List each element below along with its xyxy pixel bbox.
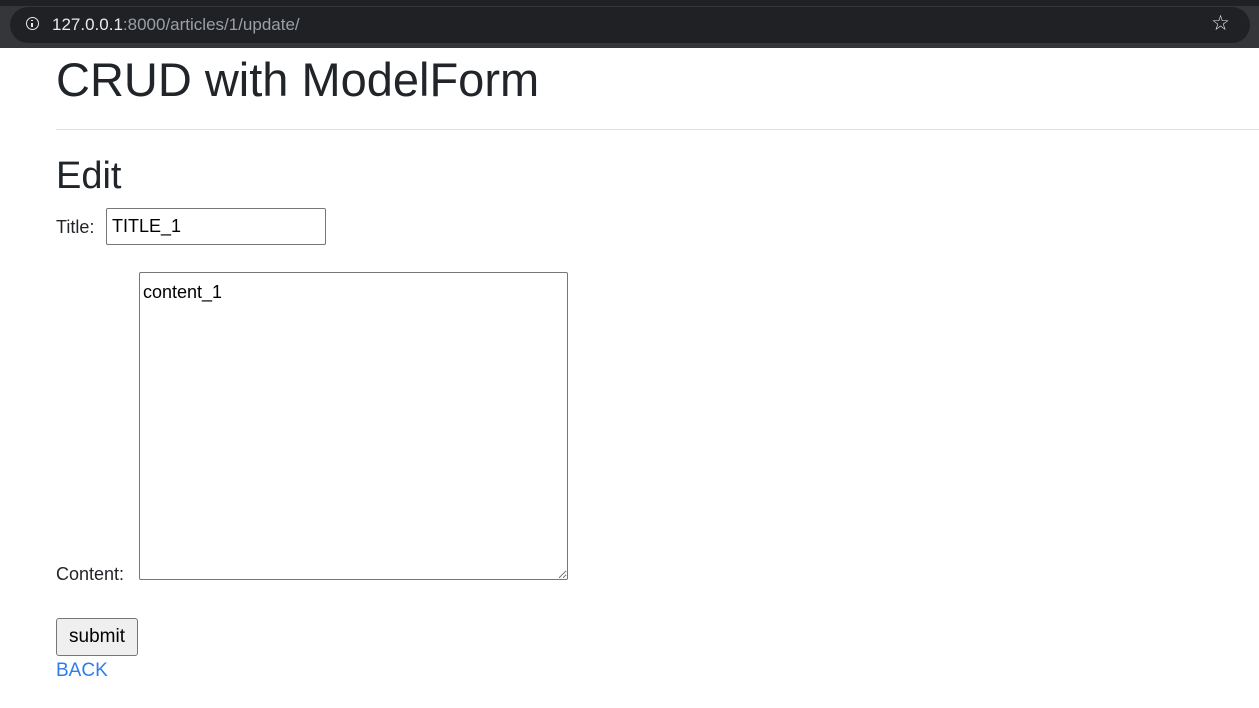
browser-toolbar: 127.0.0.1:8000/articles/1/update/ ☆	[0, 0, 1259, 48]
tab-strip	[0, 0, 1259, 6]
url-path: :8000/articles/1/update/	[122, 15, 300, 34]
title-input[interactable]	[106, 208, 326, 245]
header-divider	[56, 129, 1259, 130]
content-textarea[interactable]: content_1	[139, 272, 568, 580]
content-label: Content:	[56, 564, 125, 584]
star-icon[interactable]: ☆	[1211, 12, 1230, 36]
url-host: 127.0.0.1	[52, 15, 123, 34]
address-bar-url[interactable]: 127.0.0.1:8000/articles/1/update/	[52, 15, 300, 35]
title-label: Title:	[56, 217, 95, 237]
page-content: CRUD with ModelForm Edit Title: Content:…	[0, 48, 1259, 708]
info-icon[interactable]	[26, 17, 39, 30]
site-title: CRUD with ModelForm	[56, 53, 540, 106]
submit-button[interactable]: submit	[56, 618, 138, 656]
address-bar[interactable]: 127.0.0.1:8000/articles/1/update/ ☆	[10, 7, 1250, 43]
page-heading: Edit	[56, 155, 122, 197]
back-link[interactable]: BACK	[56, 660, 108, 682]
